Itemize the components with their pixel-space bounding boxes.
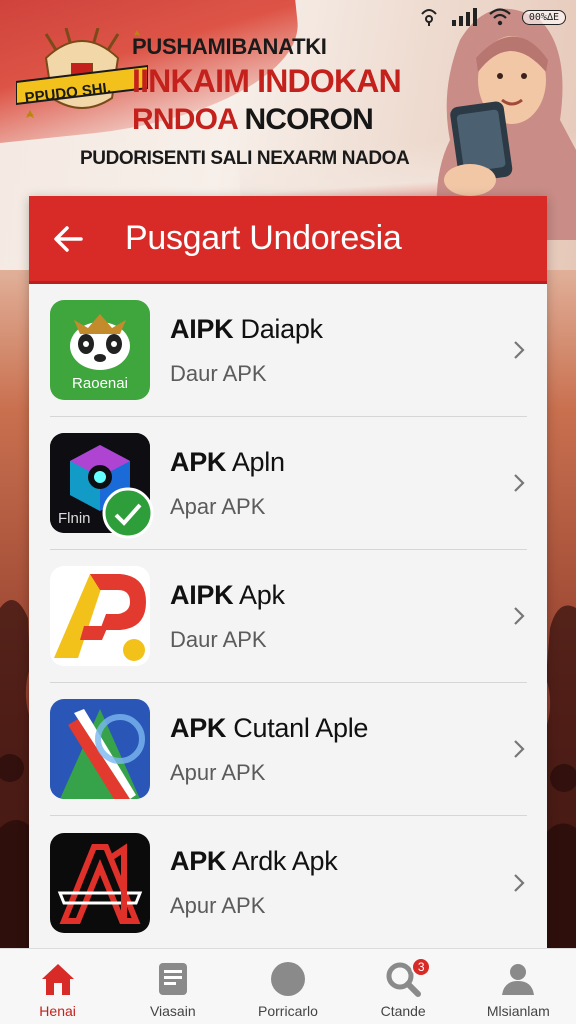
list-item-app-1[interactable]: Raoenai AIPK Daiapk Daur APK xyxy=(50,284,527,417)
app-4-subtitle: Apur APK xyxy=(170,759,266,785)
nav-profile[interactable]: Mlsianlam xyxy=(468,959,568,1019)
nav-viasain-label: Viasain xyxy=(149,1003,196,1019)
app-2-subtitle: Apar APK xyxy=(170,493,266,519)
app-list-card: Pusgart Undoresia Raoenai AIPK Daiapk Da… xyxy=(29,196,547,956)
headline-line-4: PUDORISENTI SALI NEXARM NADOA xyxy=(80,148,410,169)
app-3-subtitle: Daur APK xyxy=(170,626,267,652)
app-2-name: APK Apln xyxy=(170,446,285,477)
list-item-app-3[interactable]: AIPK Apk Daur APK xyxy=(50,550,527,683)
app-4-name: APK Cutanl Aple xyxy=(170,712,369,743)
hexagon-eye-icon: Flnin xyxy=(50,433,154,539)
app-2-icon-text: Flnin xyxy=(58,510,91,527)
list-item-app-5[interactable]: APK Ardk Apk Apur APK xyxy=(50,816,527,949)
user-icon xyxy=(502,964,535,995)
chevron-right-icon xyxy=(514,740,525,758)
app-1-text: AIPK Daiapk Daur APK xyxy=(170,314,527,387)
nav-viasain[interactable]: Viasain xyxy=(123,959,223,1019)
app-1-icon-text: Raoenai xyxy=(72,375,128,392)
nav-ctande-label: Ctande xyxy=(380,1003,426,1019)
list-item-app-4[interactable]: APK Cutanl Aple Apur APK xyxy=(50,683,527,816)
app-3-text: AIPK Apk Daur APK xyxy=(170,580,527,653)
app-4-text: APK Cutanl Aple Apur APK xyxy=(170,713,527,786)
app-5-name: APK Ardk Apk xyxy=(170,846,338,876)
hotspot-icon xyxy=(421,9,437,26)
headline-line-1: PUSHAMIBANATKI xyxy=(132,34,327,59)
page-title: Pusgart Undoresia xyxy=(125,219,402,257)
triangle-a-icon xyxy=(50,699,150,799)
back-arrow-icon[interactable] xyxy=(51,222,85,256)
bear-face-icon: Raoenai xyxy=(50,300,150,400)
nav-home-label: Henai xyxy=(39,1003,76,1019)
card-header: Pusgart Undoresia xyxy=(29,196,547,284)
app-2-text: APK Apln Apar APK xyxy=(170,447,527,520)
nav-home[interactable]: Henai xyxy=(8,959,108,1019)
app-list: Raoenai AIPK Daiapk Daur APK Flnin APK A… xyxy=(29,284,547,949)
nav-profile-label: Mlsianlam xyxy=(486,1003,550,1019)
app-1-subtitle: Daur APK xyxy=(170,360,267,386)
red-yellow-a-icon xyxy=(50,566,150,666)
battery-indicator: 00%∆E xyxy=(521,9,566,25)
headline-line-3: RNDOA NCORON xyxy=(132,104,462,136)
compass-icon xyxy=(270,962,305,996)
status-bar: 00%∆E xyxy=(418,6,566,28)
headline-line-2: IINKAIM INDOKAN xyxy=(132,63,402,99)
document-icon xyxy=(158,963,187,995)
garuda-emblem-icon: PPUDO SHI. xyxy=(16,28,148,118)
nav-ctande[interactable]: 3 Ctande xyxy=(353,957,453,1019)
wifi-icon xyxy=(489,8,511,26)
chevron-right-icon xyxy=(514,341,525,359)
red-a1-icon xyxy=(50,832,150,933)
app-3-name: AIPK Apk xyxy=(170,579,285,610)
app-5-subtitle: Apur APK xyxy=(170,893,266,918)
list-item-app-2[interactable]: Flnin APK Apln Apar APK xyxy=(50,417,527,550)
chevron-right-icon xyxy=(514,474,525,492)
banner-headline: PUSHAMIBANATKI IINKAIM INDOKAN RNDOA NCO… xyxy=(132,34,462,136)
home-icon xyxy=(41,964,74,995)
chevron-right-icon xyxy=(514,607,525,625)
nav-porricarlo[interactable]: Porricarlo xyxy=(238,959,338,1019)
app-5-text: APK Ardk Apk Apur APK xyxy=(170,846,527,919)
notification-badge: 3 xyxy=(411,957,432,977)
bottom-navigation: Henai Viasain Porricarlo 3 Ctande Mlsian… xyxy=(0,948,576,1024)
chevron-right-icon xyxy=(514,873,525,892)
verified-badge-icon xyxy=(102,487,154,539)
nav-porricarlo-label: Porricarlo xyxy=(258,1003,318,1019)
signal-icon xyxy=(451,8,477,26)
headline-line-3-red: RNDOA xyxy=(132,103,238,136)
headline-line-3-dark: NCORON xyxy=(244,103,373,136)
app-1-name: AIPK Daiapk xyxy=(170,313,323,344)
